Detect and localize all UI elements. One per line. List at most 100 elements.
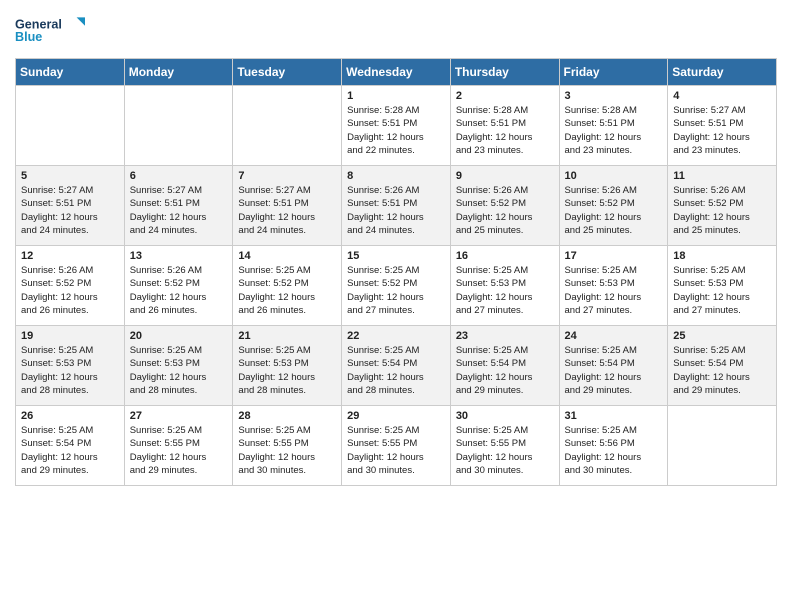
day-info: Sunrise: 5:25 AMSunset: 5:54 PMDaylight:… [673, 345, 750, 396]
day-info: Sunrise: 5:25 AMSunset: 5:55 PMDaylight:… [347, 425, 424, 476]
calendar-container: General Blue SundayMondayTuesdayWednesda… [0, 0, 792, 496]
day-number: 10 [565, 170, 663, 182]
day-number: 26 [21, 410, 119, 422]
calendar-body: 1 Sunrise: 5:28 AMSunset: 5:51 PMDaylight… [16, 86, 777, 486]
day-info: Sunrise: 5:25 AMSunset: 5:54 PMDaylight:… [347, 345, 424, 396]
day-number: 27 [130, 410, 228, 422]
day-info: Sunrise: 5:25 AMSunset: 5:52 PMDaylight:… [238, 265, 315, 316]
calendar-cell: 2 Sunrise: 5:28 AMSunset: 5:51 PMDaylight… [450, 86, 559, 166]
day-number: 12 [21, 250, 119, 262]
weekday-header: Thursday [450, 59, 559, 86]
weekday-header: Wednesday [342, 59, 451, 86]
day-number: 6 [130, 170, 228, 182]
day-number: 14 [238, 250, 336, 262]
day-info: Sunrise: 5:25 AMSunset: 5:54 PMDaylight:… [21, 425, 98, 476]
calendar-cell: 15 Sunrise: 5:25 AMSunset: 5:52 PMDayligh… [342, 246, 451, 326]
day-info: Sunrise: 5:25 AMSunset: 5:53 PMDaylight:… [130, 345, 207, 396]
calendar-cell: 21 Sunrise: 5:25 AMSunset: 5:53 PMDayligh… [233, 326, 342, 406]
day-number: 25 [673, 330, 771, 342]
calendar-cell: 7 Sunrise: 5:27 AMSunset: 5:51 PMDaylight… [233, 166, 342, 246]
calendar-cell: 12Sunrise: 5:26 AMSunset: 5:52 PMDayligh… [16, 246, 125, 326]
day-number: 11 [673, 170, 771, 182]
day-number: 22 [347, 330, 445, 342]
day-info: Sunrise: 5:28 AMSunset: 5:51 PMDaylight:… [456, 105, 533, 156]
day-number: 21 [238, 330, 336, 342]
day-info: Sunrise: 5:25 AMSunset: 5:55 PMDaylight:… [238, 425, 315, 476]
day-info: Sunrise: 5:27 AMSunset: 5:51 PMDaylight:… [673, 105, 750, 156]
day-info: Sunrise: 5:27 AMSunset: 5:51 PMDaylight:… [238, 185, 315, 236]
day-number: 2 [456, 90, 554, 102]
calendar-cell: 29 Sunrise: 5:25 AMSunset: 5:55 PMDayligh… [342, 406, 451, 486]
day-number: 24 [565, 330, 663, 342]
calendar-cell [233, 86, 342, 166]
calendar-cell: 1 Sunrise: 5:28 AMSunset: 5:51 PMDaylight… [342, 86, 451, 166]
day-number: 7 [238, 170, 336, 182]
day-number: 30 [456, 410, 554, 422]
calendar-cell: 8 Sunrise: 5:26 AMSunset: 5:51 PMDaylight… [342, 166, 451, 246]
calendar-cell: 24 Sunrise: 5:25 AMSunset: 5:54 PMDayligh… [559, 326, 668, 406]
day-number: 1 [347, 90, 445, 102]
day-info: Sunrise: 5:25 AMSunset: 5:52 PMDaylight:… [347, 265, 424, 316]
calendar-cell: 19Sunrise: 5:25 AMSunset: 5:53 PMDayligh… [16, 326, 125, 406]
day-info: Sunrise: 5:26 AMSunset: 5:52 PMDaylight:… [565, 185, 642, 236]
day-number: 18 [673, 250, 771, 262]
calendar-cell: 4 Sunrise: 5:27 AMSunset: 5:51 PMDaylight… [668, 86, 777, 166]
calendar-header: General Blue [15, 10, 777, 50]
calendar-cell: 3 Sunrise: 5:28 AMSunset: 5:51 PMDaylight… [559, 86, 668, 166]
day-info: Sunrise: 5:25 AMSunset: 5:53 PMDaylight:… [456, 265, 533, 316]
day-number: 3 [565, 90, 663, 102]
day-info: Sunrise: 5:25 AMSunset: 5:56 PMDaylight:… [565, 425, 642, 476]
weekday-header: Saturday [668, 59, 777, 86]
calendar-table: SundayMondayTuesdayWednesdayThursdayFrid… [15, 58, 777, 486]
calendar-cell: 9Sunrise: 5:26 AMSunset: 5:52 PMDaylight… [450, 166, 559, 246]
day-info: Sunrise: 5:25 AMSunset: 5:55 PMDaylight:… [130, 425, 207, 476]
day-info: Sunrise: 5:28 AMSunset: 5:51 PMDaylight:… [347, 105, 424, 156]
calendar-cell: 14 Sunrise: 5:25 AMSunset: 5:52 PMDayligh… [233, 246, 342, 326]
calendar-cell: 22 Sunrise: 5:25 AMSunset: 5:54 PMDayligh… [342, 326, 451, 406]
svg-text:General: General [15, 18, 62, 32]
day-info: Sunrise: 5:27 AMSunset: 5:51 PMDaylight:… [130, 185, 207, 236]
calendar-cell: 26 Sunrise: 5:25 AMSunset: 5:54 PMDayligh… [16, 406, 125, 486]
calendar-week-row: 12 Sunrise: 5:26 AMSunset: 5:52 PMDayligh… [16, 246, 777, 326]
day-info: Sunrise: 5:26 AMSunset: 5:52 PMDaylight:… [130, 265, 207, 316]
day-info: Sunrise: 5:25 AMSunset: 5:53 PMDaylight:… [565, 265, 642, 316]
day-info: Sunrise: 5:25 AMSunset: 5:55 PMDaylight:… [456, 425, 533, 476]
day-number: 8 [347, 170, 445, 182]
day-number: 29 [347, 410, 445, 422]
day-number: 5 [21, 170, 119, 182]
calendar-cell: 6 Sunrise: 5:27 AMSunset: 5:51 PMDaylight… [124, 166, 233, 246]
day-info: Sunrise: 5:28 AMSunset: 5:51 PMDaylight:… [565, 105, 642, 156]
calendar-cell: 23 Sunrise: 5:25 AMSunset: 5:54 PMDayligh… [450, 326, 559, 406]
logo: General Blue [15, 10, 85, 50]
calendar-cell: 13 Sunrise: 5:26 AMSunset: 5:52 PMDayligh… [124, 246, 233, 326]
weekday-header: Friday [559, 59, 668, 86]
calendar-header-row: SundayMondayTuesdayWednesdayThursdayFrid… [16, 59, 777, 86]
day-info: Sunrise: 5:25 AMSunset: 5:53 PMDaylight:… [673, 265, 750, 316]
day-number: 28 [238, 410, 336, 422]
calendar-cell [124, 86, 233, 166]
day-info: Sunrise: 5:25 AMSunset: 5:53 PMDaylight:… [21, 345, 98, 396]
day-info: Sunrise: 5:26 AMSunset: 5:51 PMDaylight:… [347, 185, 424, 236]
day-info: Sunrise: 5:26 AMSunset: 5:52 PMDaylight:… [456, 185, 533, 236]
day-number: 4 [673, 90, 771, 102]
calendar-cell: 11Sunrise: 5:26 AMSunset: 5:52 PMDayligh… [668, 166, 777, 246]
calendar-cell: 17 Sunrise: 5:25 AMSunset: 5:53 PMDayligh… [559, 246, 668, 326]
day-number: 17 [565, 250, 663, 262]
calendar-cell: 5 Sunrise: 5:27 AMSunset: 5:51 PMDaylight… [16, 166, 125, 246]
calendar-week-row: 19Sunrise: 5:25 AMSunset: 5:53 PMDayligh… [16, 326, 777, 406]
day-info: Sunrise: 5:25 AMSunset: 5:54 PMDaylight:… [456, 345, 533, 396]
calendar-cell [16, 86, 125, 166]
calendar-cell: 27 Sunrise: 5:25 AMSunset: 5:55 PMDayligh… [124, 406, 233, 486]
day-number: 23 [456, 330, 554, 342]
day-number: 31 [565, 410, 663, 422]
calendar-cell [668, 406, 777, 486]
day-number: 13 [130, 250, 228, 262]
calendar-cell: 30 Sunrise: 5:25 AMSunset: 5:55 PMDayligh… [450, 406, 559, 486]
day-number: 16 [456, 250, 554, 262]
day-info: Sunrise: 5:25 AMSunset: 5:53 PMDaylight:… [238, 345, 315, 396]
weekday-header: Tuesday [233, 59, 342, 86]
day-info: Sunrise: 5:27 AMSunset: 5:51 PMDaylight:… [21, 185, 98, 236]
day-number: 15 [347, 250, 445, 262]
day-info: Sunrise: 5:25 AMSunset: 5:54 PMDaylight:… [565, 345, 642, 396]
weekday-header: Sunday [16, 59, 125, 86]
